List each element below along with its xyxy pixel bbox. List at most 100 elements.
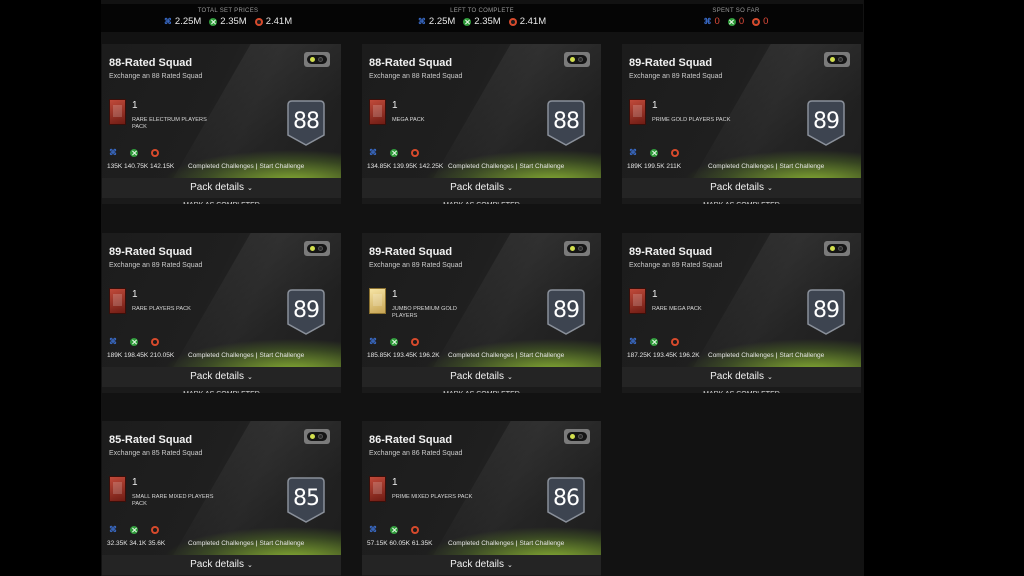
chevron-down-icon: ⌄ (507, 374, 513, 381)
chevron-down-icon: ⌄ (767, 185, 773, 192)
pack-details-toggle[interactable]: Pack details ⌄ (102, 367, 341, 387)
origin-icon (151, 338, 159, 346)
pack-name: RARE ELECTRUM PLAYERS PACK (132, 117, 207, 130)
playstation-icon: ⌘ (369, 525, 377, 534)
xbox-icon (463, 17, 472, 26)
platform-icons: ⌘ (109, 149, 172, 157)
pack-icon (629, 99, 646, 125)
summary-pc-price: 2.41M (254, 16, 292, 27)
chevron-down-icon: ⌄ (247, 562, 253, 569)
pack-details-toggle[interactable]: Pack details ⌄ (102, 178, 341, 198)
card-links: Completed Challenges | Start Challenge (708, 352, 824, 359)
start-challenge-link[interactable]: Start Challenge (259, 163, 304, 170)
completed-challenges-link[interactable]: Completed Challenges (448, 163, 514, 170)
pack-details-toggle[interactable]: Pack details ⌄ (102, 555, 341, 575)
challenge-subtitle: Exchange an 89 Rated Squad (629, 73, 723, 80)
start-challenge-link[interactable]: Start Challenge (779, 163, 824, 170)
toggle-icon[interactable] (304, 429, 330, 444)
toggle-on-dot (570, 57, 575, 62)
pack-details-label: Pack details (710, 182, 765, 193)
completed-challenges-link[interactable]: Completed Challenges (448, 540, 514, 547)
toggle-on-dot (830, 57, 835, 62)
toggle-icon[interactable] (304, 241, 330, 256)
pack-quantity: 1 (652, 100, 658, 111)
rating-value: 88 (293, 109, 320, 134)
rating-badge: 89 (806, 99, 846, 147)
platform-icons: ⌘ (109, 338, 172, 346)
toggle-icon[interactable] (824, 241, 850, 256)
completed-challenges-link[interactable]: Completed Challenges (448, 352, 514, 359)
pack-name: SMALL RARE MIXED PLAYERS PACK (132, 494, 214, 507)
start-challenge-link[interactable]: Start Challenge (259, 352, 304, 359)
toggle-icon[interactable] (564, 429, 590, 444)
completed-challenges-link[interactable]: Completed Challenges (188, 163, 254, 170)
xbox-icon (390, 338, 398, 346)
pack-quantity: 1 (392, 477, 398, 488)
toggle-icon[interactable] (824, 52, 850, 67)
challenge-title: 88-Rated Squad (109, 57, 193, 69)
toggle-knob (307, 244, 327, 253)
chevron-down-icon: ⌄ (767, 374, 773, 381)
platform-prices: 32.35K 34.1K 35.6K (107, 540, 166, 547)
card-links: Completed Challenges | Start Challenge (708, 163, 824, 170)
challenge-title: 89-Rated Squad (629, 246, 713, 258)
xbox-icon (130, 526, 138, 534)
pack-name: PRIME MIXED PLAYERS PACK (392, 494, 473, 500)
toggle-off-dot (578, 434, 583, 439)
summary-prices: ⌘ 0 0 0 (704, 16, 769, 27)
mark-as-completed-button[interactable]: MARK AS COMPLETED (362, 387, 601, 393)
pack-quantity: 1 (392, 289, 398, 300)
challenge-card: 86-Rated Squad Exchange an 86 Rated Squa… (362, 421, 601, 576)
platform-icons: ⌘ (629, 149, 692, 157)
completed-challenges-link[interactable]: Completed Challenges (188, 540, 254, 547)
completed-challenges-link[interactable]: Completed Challenges (708, 352, 774, 359)
pack-name: JUMBO PREMIUM GOLD PLAYERS (392, 306, 457, 319)
challenge-subtitle: Exchange an 89 Rated Squad (109, 262, 203, 269)
summary-pc-price: 2.41M (508, 16, 547, 27)
pack-details-toggle[interactable]: Pack details ⌄ (362, 367, 601, 387)
mark-as-completed-button[interactable]: MARK AS COMPLETED (622, 387, 861, 393)
origin-icon (254, 17, 263, 26)
pack-details-toggle[interactable]: Pack details ⌄ (362, 178, 601, 198)
mark-as-completed-button[interactable]: MARK AS COMPLETED (622, 198, 861, 204)
mark-as-completed-button[interactable]: MARK AS COMPLETED (102, 198, 341, 204)
toggle-on-dot (310, 246, 315, 251)
toggle-icon[interactable] (564, 52, 590, 67)
start-challenge-link[interactable]: Start Challenge (519, 352, 564, 359)
pack-details-toggle[interactable]: Pack details ⌄ (622, 178, 861, 198)
pack-name: RARE PLAYERS PACK (132, 306, 191, 312)
toggle-icon[interactable] (304, 52, 330, 67)
platform-prices: 134.85K 139.95K 142.25K (367, 163, 444, 170)
pack-details-toggle[interactable]: Pack details ⌄ (362, 555, 601, 575)
xbox-icon (130, 149, 138, 157)
origin-icon (671, 149, 679, 157)
origin-icon (151, 526, 159, 534)
platform-prices: 189K 198.45K 210.05K (107, 352, 175, 359)
summary-label: SPENT SO FAR (712, 8, 760, 14)
toggle-off-dot (318, 246, 323, 251)
rating-badge: 89 (286, 288, 326, 336)
start-challenge-link[interactable]: Start Challenge (519, 163, 564, 170)
origin-icon (411, 338, 419, 346)
toggle-on-dot (570, 246, 575, 251)
mark-as-completed-button[interactable]: MARK AS COMPLETED (102, 387, 341, 393)
rating-value: 89 (553, 298, 580, 323)
platform-prices: 185.85K 193.45K 196.2K (367, 352, 440, 359)
xbox-icon (390, 526, 398, 534)
price-value: 2.41M (519, 16, 547, 27)
xbox-icon (650, 149, 658, 157)
start-challenge-link[interactable]: Start Challenge (259, 540, 304, 547)
playstation-icon: ⌘ (369, 148, 377, 157)
summary-ps-price: ⌘ 0 (704, 16, 720, 27)
challenge-subtitle: Exchange an 85 Rated Squad (109, 450, 203, 457)
pack-details-label: Pack details (190, 182, 245, 193)
start-challenge-link[interactable]: Start Challenge (519, 540, 564, 547)
pack-details-toggle[interactable]: Pack details ⌄ (622, 367, 861, 387)
completed-challenges-link[interactable]: Completed Challenges (188, 352, 254, 359)
card-links: Completed Challenges | Start Challenge (188, 163, 304, 170)
start-challenge-link[interactable]: Start Challenge (779, 352, 824, 359)
completed-challenges-link[interactable]: Completed Challenges (708, 163, 774, 170)
toggle-icon[interactable] (564, 241, 590, 256)
toggle-off-dot (318, 434, 323, 439)
mark-as-completed-button[interactable]: MARK AS COMPLETED (362, 198, 601, 204)
